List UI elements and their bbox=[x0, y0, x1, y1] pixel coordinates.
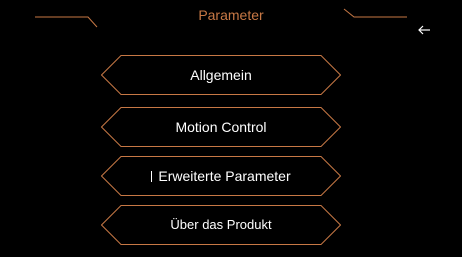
parameter-screen: Parameter Allgemein Motion Control Erwei… bbox=[0, 0, 462, 257]
menu-button-motion-control[interactable]: Motion Control bbox=[101, 107, 341, 147]
menu-button-ueber-das-produkt[interactable]: Über das Produkt bbox=[101, 205, 341, 245]
text-cursor bbox=[151, 171, 153, 182]
menu-button-allgemein[interactable]: Allgemein bbox=[101, 55, 341, 95]
left-arrow-icon bbox=[418, 25, 430, 35]
menu-button-label: Motion Control bbox=[175, 119, 267, 135]
back-button[interactable] bbox=[413, 18, 437, 42]
menu-button-erweiterte-parameter[interactable]: Erweiterte Parameter bbox=[101, 156, 341, 196]
menu-button-label: Über das Produkt bbox=[170, 217, 272, 232]
menu-button-label: Erweiterte Parameter bbox=[158, 168, 291, 184]
menu-button-label-row: Erweiterte Parameter bbox=[101, 156, 341, 196]
page-title: Parameter bbox=[198, 7, 264, 23]
menu-button-label: Allgemein bbox=[190, 67, 252, 83]
